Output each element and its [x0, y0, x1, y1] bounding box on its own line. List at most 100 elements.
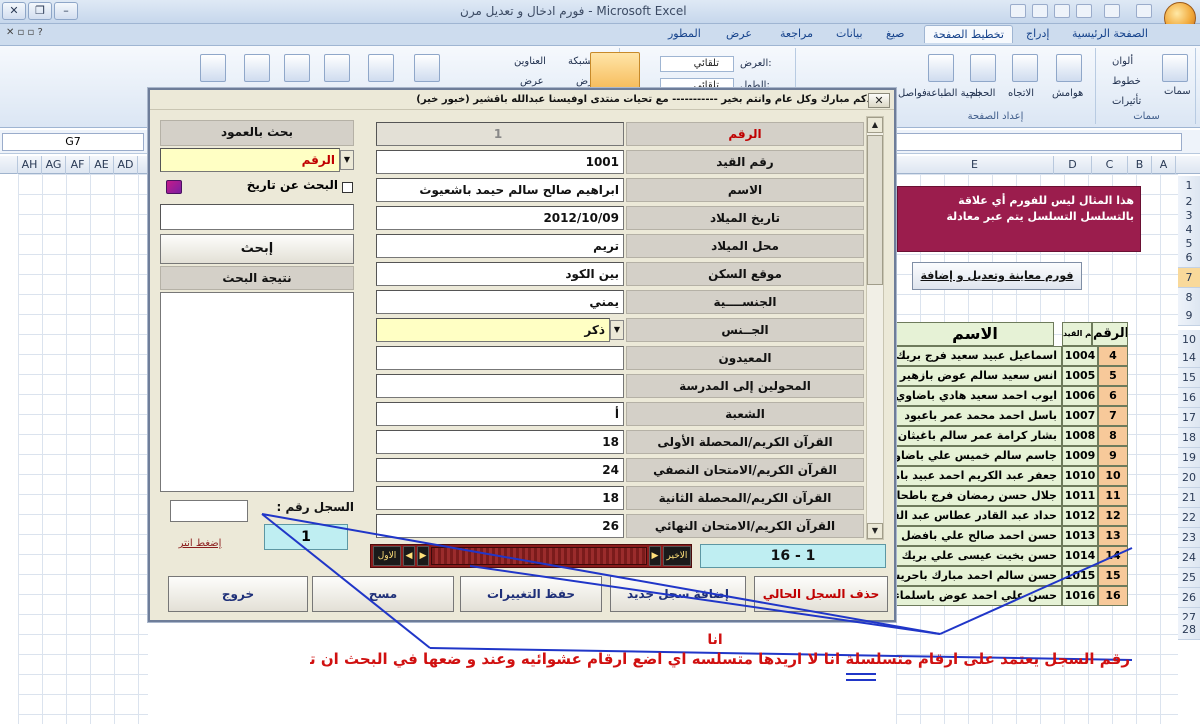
row-header[interactable]: 16: [1178, 388, 1200, 408]
field-input[interactable]: يمني: [376, 290, 624, 314]
field-input[interactable]: 18: [376, 486, 624, 510]
row-header[interactable]: 14: [1178, 348, 1200, 368]
cell-code[interactable]: 1014: [1062, 546, 1098, 566]
prev-step-icon[interactable]: ▶: [417, 546, 429, 566]
tab-formulas[interactable]: صيغ: [886, 27, 905, 40]
cell-number[interactable]: 7: [1098, 406, 1128, 426]
field-input[interactable]: 18: [376, 430, 624, 454]
field-input[interactable]: [376, 346, 624, 370]
cell-code[interactable]: 1015: [1062, 566, 1098, 586]
cell-number[interactable]: 10: [1098, 466, 1128, 486]
close-icon[interactable]: ✕: [868, 93, 890, 108]
cell-code[interactable]: 1010: [1062, 466, 1098, 486]
cell-name[interactable]: حداد عبد القادر عطاس عبد القادر الكاف: [896, 506, 1062, 526]
field-input[interactable]: ابراهيم صالح سالم حيمد باشعيوث: [376, 178, 624, 202]
row-header[interactable]: 25: [1178, 568, 1200, 588]
delete-record-button[interactable]: حذف السجل الحالي: [754, 576, 888, 612]
bring-forward-icon[interactable]: [284, 54, 310, 82]
cell-number[interactable]: 12: [1098, 506, 1128, 526]
field-input[interactable]: 1: [376, 122, 624, 146]
column-header[interactable]: AE: [90, 156, 114, 174]
row-header[interactable]: 24: [1178, 548, 1200, 568]
quick-print-icon[interactable]: [1054, 4, 1070, 18]
cell-code[interactable]: 1005: [1062, 366, 1098, 386]
column-header[interactable]: C: [1092, 156, 1128, 174]
cell-code[interactable]: 1012: [1062, 506, 1098, 526]
field-input[interactable]: 24: [376, 458, 624, 482]
field-input[interactable]: 26: [376, 514, 624, 538]
row-header[interactable]: 21: [1178, 488, 1200, 508]
scroll-up-icon[interactable]: ▲: [867, 117, 883, 133]
save-icon[interactable]: [1136, 4, 1152, 18]
row-header[interactable]: 17: [1178, 408, 1200, 428]
row-header[interactable]: 7: [1178, 268, 1200, 288]
tab-insert[interactable]: إدراج: [1026, 27, 1049, 40]
size-icon[interactable]: [970, 54, 996, 82]
customize-qat-icon[interactable]: [1010, 4, 1026, 18]
tab-review[interactable]: مراجعة: [780, 27, 813, 40]
open-form-button[interactable]: فورم معاينة وتعديل و إضافة: [912, 262, 1082, 290]
themes-icon[interactable]: [1162, 54, 1188, 82]
restore-window-button[interactable]: ❐: [28, 2, 52, 20]
redo-icon[interactable]: [1076, 4, 1092, 18]
send-backward-icon[interactable]: [414, 54, 440, 82]
exit-button[interactable]: خروج: [168, 576, 308, 612]
print-area-icon[interactable]: [928, 54, 954, 82]
row-header[interactable]: 20: [1178, 468, 1200, 488]
column-header[interactable]: AF: [66, 156, 90, 174]
column-header[interactable]: AH: [18, 156, 42, 174]
tab-data[interactable]: بيانات: [836, 27, 863, 40]
save-changes-button[interactable]: حفظ التغييرات: [460, 576, 602, 612]
effects-button[interactable]: تأثيرات: [1112, 96, 1141, 107]
navigator-track[interactable]: [431, 547, 647, 565]
row-header[interactable]: 19: [1178, 448, 1200, 468]
cell-name[interactable]: حسن بخيت عيسى علي بريك: [896, 546, 1062, 566]
cell-number[interactable]: 9: [1098, 446, 1128, 466]
field-input[interactable]: تريم: [376, 234, 624, 258]
cell-name[interactable]: جعفر عبد الكريم احمد عبيد بامقيشم: [896, 466, 1062, 486]
field-input[interactable]: ذكر: [376, 318, 610, 342]
align-icon[interactable]: [244, 54, 270, 82]
cell-name[interactable]: حسن سالم احمد مبارك باحريش: [896, 566, 1062, 586]
close-window-button[interactable]: ✕: [2, 2, 26, 20]
search-input[interactable]: [160, 204, 354, 230]
row-header[interactable]: 23: [1178, 528, 1200, 548]
last-record-button[interactable]: الاخير: [663, 546, 691, 566]
orientation-button[interactable]: الاتجاه: [1008, 88, 1034, 99]
prev-record-icon[interactable]: ◀: [403, 546, 415, 566]
column-header[interactable]: B: [1128, 156, 1152, 174]
grid-left[interactable]: [18, 174, 148, 724]
tab-page-layout[interactable]: تخطيط الصفحة: [924, 25, 1013, 43]
cell-name[interactable]: انس سعيد سالم عوض بازهير: [896, 366, 1062, 386]
cell-name[interactable]: ايوب احمد سعيد هادي باضاوي: [896, 386, 1062, 406]
column-header[interactable]: A: [1152, 156, 1176, 174]
row-header[interactable]: 28: [1178, 620, 1200, 640]
fonts-button[interactable]: خطوط: [1112, 76, 1141, 87]
column-header[interactable]: AG: [42, 156, 66, 174]
view-headings-checkbox[interactable]: عرض: [520, 76, 544, 87]
cell-number[interactable]: 15: [1098, 566, 1128, 586]
chevron-down-icon[interactable]: ▼: [610, 320, 624, 340]
undo-icon[interactable]: [1104, 4, 1120, 18]
field-input[interactable]: أ: [376, 402, 624, 426]
width-combo[interactable]: تلقائي: [660, 56, 734, 72]
search-column-select[interactable]: الرقم: [160, 148, 340, 172]
breaks-button[interactable]: فواصل: [898, 88, 927, 99]
cell-code[interactable]: 1009: [1062, 446, 1098, 466]
clear-button[interactable]: مسح: [312, 576, 454, 612]
cell-number[interactable]: 13: [1098, 526, 1128, 546]
tab-home[interactable]: الصفحة الرئيسية: [1072, 27, 1148, 40]
column-header[interactable]: E: [896, 156, 1054, 174]
scroll-thumb[interactable]: [867, 135, 883, 285]
cell-code[interactable]: 1007: [1062, 406, 1098, 426]
orientation-icon[interactable]: [1012, 54, 1038, 82]
cell-name[interactable]: بشار كرامة عمر سالم باغيثان: [896, 426, 1062, 446]
scroll-down-icon[interactable]: ▼: [867, 523, 883, 539]
group-icon[interactable]: [368, 54, 394, 82]
row-header[interactable]: 8: [1178, 288, 1200, 308]
next-record-icon[interactable]: ▶: [649, 546, 661, 566]
row-header[interactable]: 6: [1178, 248, 1200, 268]
print-area-button[interactable]: ناحية الطباعة: [926, 88, 981, 99]
cell-code[interactable]: 1016: [1062, 586, 1098, 606]
row-header[interactable]: 18: [1178, 428, 1200, 448]
